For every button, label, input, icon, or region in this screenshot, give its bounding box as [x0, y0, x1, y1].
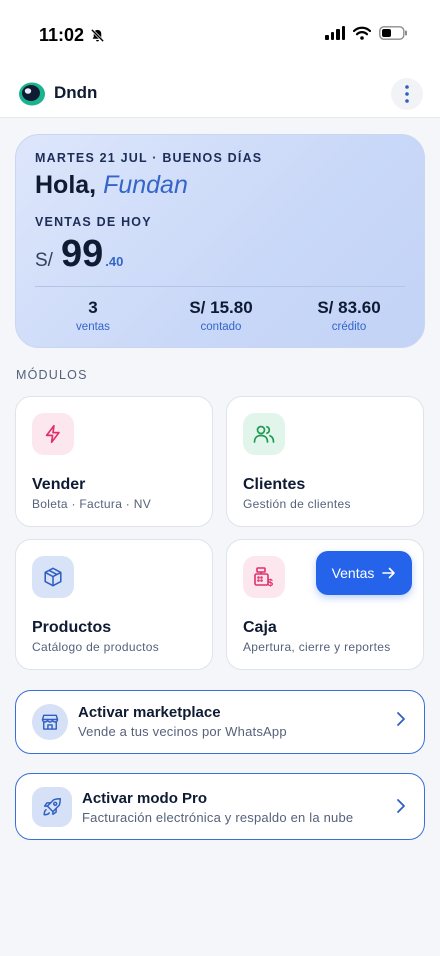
amount-integer: 99 [60, 233, 104, 275]
amount-decimal: .40 [105, 254, 124, 269]
greeting: Hola, Fundan [35, 171, 188, 200]
module-subtitle: Boleta · Factura · NV [32, 497, 152, 511]
module-icon-container [243, 413, 285, 455]
wifi-icon [353, 26, 371, 40]
cash-register-icon: $ [254, 567, 274, 589]
cellular-signal-icon [325, 26, 345, 40]
app-bar: Dndn [0, 70, 440, 118]
status-indicators [325, 26, 408, 40]
rocket-icon [43, 798, 61, 816]
more-options-button[interactable] [391, 78, 423, 110]
battery-icon [379, 26, 407, 40]
users-icon [253, 425, 275, 443]
daily-summary-card: MARTES 21 JUL · BUENOS DÍAS Hola, Fundan… [15, 134, 425, 348]
stat-label: contado [200, 321, 242, 333]
sales-amount: S/ 99 .40 [35, 233, 123, 276]
app-name: Dndn [54, 83, 98, 102]
stat-sales-count: 3 ventas [28, 298, 158, 333]
stat-value: S/ 83.60 [317, 298, 381, 317]
sales-today-label: VENTAS DE HOY [35, 215, 152, 229]
module-title: Caja [243, 619, 277, 636]
divider [35, 286, 405, 287]
module-subtitle: Catálogo de productos [32, 640, 160, 654]
stat-cash: S/ 15.80 contado [156, 298, 286, 333]
modules-section-title: MÓDULOS [16, 368, 88, 382]
module-icon-container: $ [243, 556, 285, 598]
module-card-productos[interactable]: Productos Catálogo de productos [15, 539, 213, 670]
bell-off-icon [90, 28, 105, 43]
ventas-button[interactable]: Ventas [316, 551, 412, 595]
banner-icon-container [32, 704, 68, 740]
banner-subtitle: Vende a tus vecinos por WhatsApp [78, 724, 287, 739]
module-title: Productos [32, 619, 112, 636]
chevron-right-icon [397, 799, 405, 813]
module-title: Clientes [243, 476, 306, 493]
lightning-icon [45, 424, 60, 444]
stat-label: ventas [76, 321, 110, 333]
date-greeting-line: MARTES 21 JUL · BUENOS DÍAS [35, 151, 263, 165]
stat-label: crédito [331, 321, 367, 333]
module-icon-container [32, 413, 74, 455]
svg-text:$: $ [268, 578, 274, 589]
chevron-right-icon [397, 712, 405, 726]
module-card-vender[interactable]: Vender Boleta · Factura · NV [15, 396, 213, 527]
app-logo-icon [19, 82, 45, 106]
user-name: Fundan [103, 171, 188, 199]
box-icon [44, 567, 62, 587]
banner-title: Activar modo Pro [82, 790, 208, 807]
marketplace-banner[interactable]: Activar marketplace Vende a tus vecinos … [15, 690, 425, 754]
banner-subtitle: Facturación electrónica y respaldo en la… [82, 810, 354, 825]
module-card-clientes[interactable]: Clientes Gestión de clientes [226, 396, 424, 527]
greeting-text: Hola, [35, 171, 97, 199]
module-title: Vender [32, 476, 86, 493]
stat-value: S/ 15.80 [189, 298, 253, 317]
store-icon [41, 714, 59, 730]
banner-title: Activar marketplace [78, 704, 221, 721]
module-subtitle: Gestión de clientes [243, 497, 351, 511]
currency-symbol: S/ [35, 250, 53, 271]
stat-credit: S/ 83.60 crédito [284, 298, 414, 333]
arrow-right-icon [382, 567, 396, 579]
status-bar: 11:02 [0, 0, 440, 70]
module-icon-container [32, 556, 74, 598]
status-time: 11:02 [39, 25, 105, 46]
status-time-text: 11:02 [39, 25, 85, 45]
banner-icon-container [32, 787, 72, 827]
pro-mode-banner[interactable]: Activar modo Pro Facturación electrónica… [15, 773, 425, 840]
ventas-button-label: Ventas [331, 565, 375, 581]
stat-value: 3 [88, 298, 98, 317]
module-subtitle: Apertura, cierre y reportes [243, 640, 391, 654]
vertical-dots-icon [405, 85, 409, 103]
